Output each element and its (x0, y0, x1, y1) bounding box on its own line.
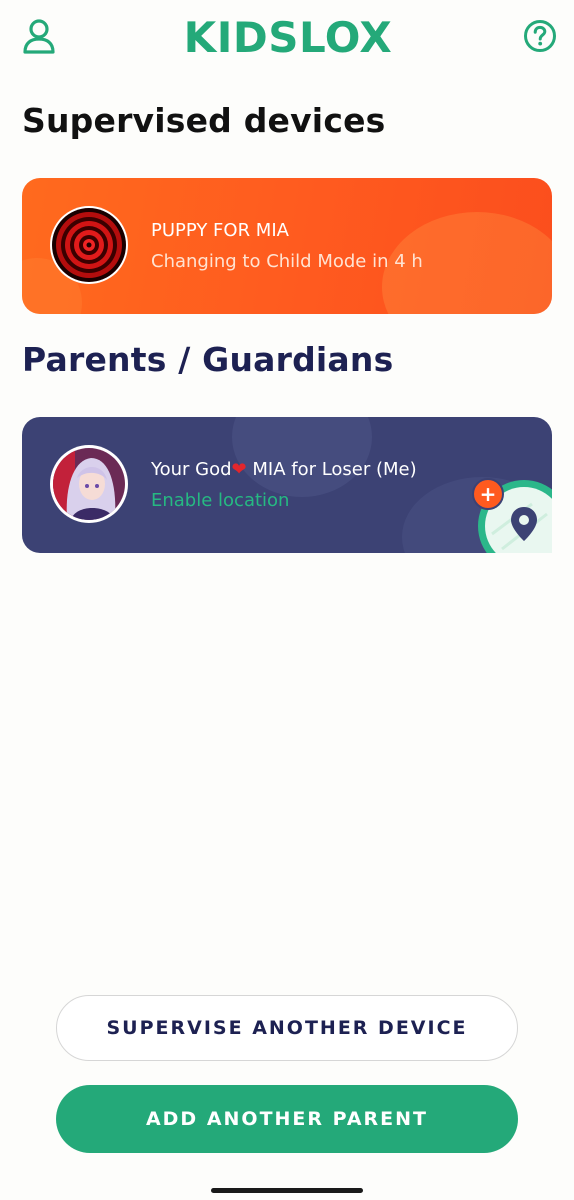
profile-button[interactable] (21, 18, 57, 54)
device-status: Changing to Child Mode in 4 h (151, 251, 423, 272)
parent-name-suffix: MIA for Loser (Me) (246, 459, 417, 480)
help-circle-icon (524, 20, 556, 52)
heart-icon: ❤ (231, 459, 247, 480)
parent-name-prefix: Your God (151, 459, 232, 480)
help-button[interactable] (522, 18, 558, 54)
parent-name: Your God❤ MIA for Loser (Me) (151, 459, 417, 480)
supervised-devices-heading: Supervised devices (22, 101, 386, 140)
location-badge[interactable]: + (472, 474, 562, 564)
add-another-parent-button[interactable]: ADD ANOTHER PARENT (56, 1085, 518, 1153)
device-avatar (50, 206, 128, 284)
home-indicator[interactable] (211, 1188, 363, 1193)
badge-plus: + (480, 482, 497, 506)
parent-avatar (50, 445, 128, 523)
card-decoration (232, 417, 372, 497)
kidslox-logo: KIDSLOX (168, 12, 408, 62)
supervise-another-device-button[interactable]: SUPERVISE ANOTHER DEVICE (56, 995, 518, 1061)
device-card[interactable]: PUPPY FOR MIA Changing to Child Mode in … (22, 178, 552, 314)
anime-girl-avatar (53, 448, 125, 520)
enable-location-link[interactable]: Enable location (151, 490, 289, 511)
logo-text: KIDSLOX (184, 13, 393, 60)
hypnotic-spiral-avatar (52, 208, 126, 282)
person-icon (23, 19, 55, 54)
parents-guardians-heading: Parents / Guardians (22, 340, 394, 379)
device-name: PUPPY FOR MIA (151, 220, 289, 241)
screen: KIDSLOX Supervised devices PUPPY FOR MIA… (0, 0, 574, 1200)
